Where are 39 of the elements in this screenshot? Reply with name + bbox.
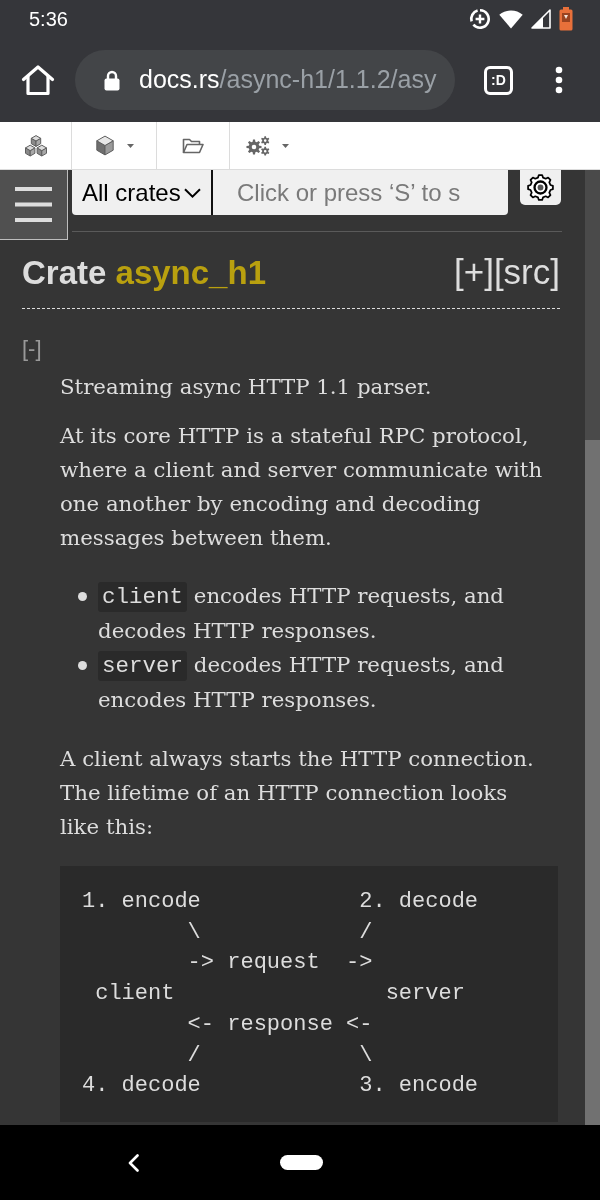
battery-icon [559,7,573,31]
crate-scope-dropdown[interactable]: All crates [72,170,213,215]
list-item-text: server decodes HTTP requests, and encodes HTTP responses. [98,650,505,714]
settings-icon [527,174,554,201]
doc-paragraph: A client always starts the HTTP connection. The lifetime of an HTTP connection looks like this: [60,745,535,841]
search-field[interactable]: Click or press ‘S’ to s [213,170,508,215]
source-link[interactable]: [src] [493,252,560,292]
menu-icon [15,187,52,222]
chevron-icon [183,187,201,198]
collapse-toggle[interactable]: [-] [22,336,42,362]
folder-icon [182,136,204,155]
home-icon[interactable] [21,64,55,96]
caret-icon [126,143,134,148]
home-button[interactable] [280,1155,323,1170]
lock-icon [104,69,120,91]
signal-icon [531,9,551,29]
list-item-text: client encodes HTTP requests, and decodes HTTP responses. [98,581,505,645]
back-icon[interactable] [127,1153,140,1172]
doc-paragraph: Streaming async HTTP 1.1 parser. [60,373,433,401]
address-bar[interactable]: docs.rs/async-h1/1.1.2/asy [75,50,455,110]
page-title: Crate async_h1 [22,253,266,293]
code-block: 1. encode 2. decode \ / -> request -> client server <- response <- / \ 4. decode 3. encode [60,866,558,1122]
time-text: 5:36 [29,7,68,32]
gears-icon [246,135,270,156]
cubes-icon [22,134,49,157]
more-options-icon[interactable] [555,66,563,94]
crate-name-link[interactable]: async_h1 [115,254,266,291]
bullet-icon [78,660,87,670]
sidebar-menu-button[interactable] [0,170,68,240]
expand-all-link[interactable]: [+] [454,252,494,292]
settings-button[interactable] [520,170,561,205]
scrollbar-thumb[interactable] [585,170,600,440]
data-saver-icon [469,8,491,30]
doc-paragraph: At its core HTTP is a stateful RPC protocol, where a client and server communicate with one another by encoding and decoding messages between them. [60,422,544,552]
cube-icon [94,135,115,156]
tab-switcher-button[interactable]: :D [484,65,513,95]
caret-icon [282,143,289,148]
bullet-icon [78,591,87,601]
wifi-icon [499,9,523,29]
